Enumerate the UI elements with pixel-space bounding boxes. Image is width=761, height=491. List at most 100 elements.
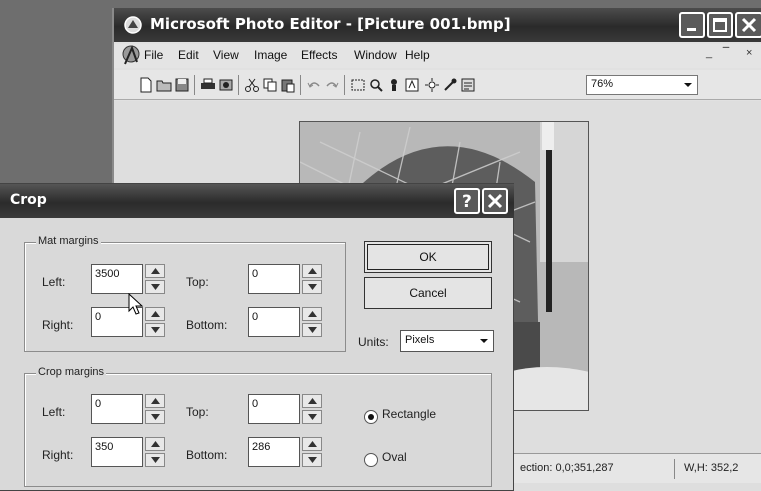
spin-up-button[interactable] xyxy=(302,307,322,321)
status-separator xyxy=(674,459,675,479)
save-icon[interactable] xyxy=(174,77,190,93)
arrow-up-icon xyxy=(151,311,160,317)
window-title: Microsoft Photo Editor - [Picture 001.bm… xyxy=(150,15,511,33)
crop-left-input[interactable]: 0 xyxy=(91,394,143,424)
mat-left-input[interactable]: 3500 xyxy=(91,264,143,294)
mat-top-label: Top: xyxy=(186,275,209,289)
undo-icon[interactable] xyxy=(306,77,322,93)
arrow-up-icon xyxy=(151,268,160,274)
mat-top-stepper: 0 xyxy=(248,264,324,294)
mat-bottom-stepper: 0 xyxy=(248,307,324,337)
paste-icon[interactable] xyxy=(280,77,296,93)
question-icon: ? xyxy=(462,192,472,209)
spin-up-button[interactable] xyxy=(145,437,165,451)
title-bar[interactable]: Microsoft Photo Editor - [Picture 001.bm… xyxy=(114,8,761,42)
brightness-icon[interactable] xyxy=(424,77,440,93)
arrow-down-icon xyxy=(308,284,317,290)
crop-margins-group xyxy=(24,373,492,487)
spin-up-button[interactable] xyxy=(145,394,165,408)
spin-up-button[interactable] xyxy=(302,437,322,451)
spin-up-button[interactable] xyxy=(302,264,322,278)
scan-icon[interactable] xyxy=(218,77,234,93)
rectangle-label[interactable]: Rectangle xyxy=(382,407,436,421)
spin-down-button[interactable] xyxy=(145,410,165,424)
crop-right-input[interactable]: 350 xyxy=(91,437,143,467)
spin-down-button[interactable] xyxy=(302,323,322,337)
help-button[interactable]: ? xyxy=(454,188,480,214)
menu-effects[interactable]: Effects xyxy=(301,48,337,62)
crop-bottom-input[interactable]: 286 xyxy=(248,437,300,467)
maximize-button[interactable] xyxy=(707,12,733,38)
mouse-pointer-icon xyxy=(128,293,144,315)
doc-close-button[interactable]: × xyxy=(746,47,752,59)
smudge-icon[interactable] xyxy=(386,77,402,93)
units-select[interactable]: Pixels xyxy=(400,330,494,352)
ok-button[interactable]: OK xyxy=(364,241,492,273)
units-label: Units: xyxy=(358,335,389,349)
arrow-up-icon xyxy=(308,268,317,274)
eyedropper-icon[interactable] xyxy=(442,77,458,93)
menu-help[interactable]: Help xyxy=(405,48,430,62)
spin-down-button[interactable] xyxy=(145,453,165,467)
sharpen-icon[interactable] xyxy=(404,77,420,93)
spin-down-button[interactable] xyxy=(302,410,322,424)
toolbar-separator xyxy=(194,75,195,95)
menu-window[interactable]: Window xyxy=(354,48,397,62)
properties-icon[interactable] xyxy=(460,77,476,93)
mat-bottom-input[interactable]: 0 xyxy=(248,307,300,337)
crop-bottom-label: Bottom: xyxy=(186,448,228,462)
menu-edit[interactable]: Edit xyxy=(178,48,199,62)
copy-icon[interactable] xyxy=(262,77,278,93)
cancel-button[interactable]: Cancel xyxy=(364,277,492,309)
crop-dialog: Crop ? Mat margins Left: 3500 Top: 0 Rig… xyxy=(0,183,514,491)
chevron-down-icon[interactable] xyxy=(679,76,697,94)
zoom-combobox[interactable]: 76% xyxy=(586,75,698,95)
close-button[interactable] xyxy=(735,12,761,38)
minimize-button[interactable] xyxy=(679,12,705,38)
oval-radio[interactable] xyxy=(364,453,378,467)
rectangle-radio[interactable] xyxy=(364,410,378,424)
menu-bar: File Edit View Image Effects Window Help… xyxy=(114,44,761,68)
mat-margins-label: Mat margins xyxy=(36,235,101,247)
spin-up-button[interactable] xyxy=(145,307,165,321)
oval-label[interactable]: Oval xyxy=(382,450,407,464)
crop-right-label: Right: xyxy=(42,448,74,462)
zoom-icon[interactable] xyxy=(368,77,384,93)
chevron-down-icon[interactable] xyxy=(475,331,493,351)
mat-left-label: Left: xyxy=(42,275,66,289)
arrow-up-icon xyxy=(308,398,317,404)
menu-view[interactable]: View xyxy=(213,48,239,62)
arrow-up-icon xyxy=(308,311,317,317)
spin-down-button[interactable] xyxy=(145,323,165,337)
cut-icon[interactable] xyxy=(244,77,260,93)
app-icon xyxy=(124,16,142,34)
redo-icon[interactable] xyxy=(324,77,340,93)
crop-left-label: Left: xyxy=(42,405,66,419)
crop-top-input[interactable]: 0 xyxy=(248,394,300,424)
spin-down-button[interactable] xyxy=(145,280,165,294)
spin-down-button[interactable] xyxy=(302,453,322,467)
select-icon[interactable] xyxy=(350,77,366,93)
dialog-close-button[interactable] xyxy=(482,188,508,214)
mat-top-input[interactable]: 0 xyxy=(248,264,300,294)
mat-left-stepper: 3500 xyxy=(91,264,167,294)
doc-minimize-button[interactable]: _ xyxy=(706,47,712,59)
print-icon[interactable] xyxy=(200,77,216,93)
close-icon xyxy=(741,17,757,33)
open-icon[interactable] xyxy=(156,77,172,93)
arrow-down-icon xyxy=(151,457,160,463)
crop-margins-label: Crop margins xyxy=(36,366,107,378)
size-status: W,H: 352,2 xyxy=(684,462,739,474)
spin-up-button[interactable] xyxy=(145,264,165,278)
menu-image[interactable]: Image xyxy=(254,48,287,62)
spin-up-button[interactable] xyxy=(302,394,322,408)
arrow-down-icon xyxy=(308,327,317,333)
toolbar-separator xyxy=(238,75,239,95)
toolbar-separator xyxy=(344,75,345,95)
crop-top-label: Top: xyxy=(186,405,209,419)
new-icon[interactable] xyxy=(138,77,154,93)
dialog-title-bar[interactable]: Crop ? xyxy=(0,184,514,218)
spin-down-button[interactable] xyxy=(302,280,322,294)
menu-file[interactable]: File xyxy=(144,48,163,62)
arrow-up-icon xyxy=(151,441,160,447)
